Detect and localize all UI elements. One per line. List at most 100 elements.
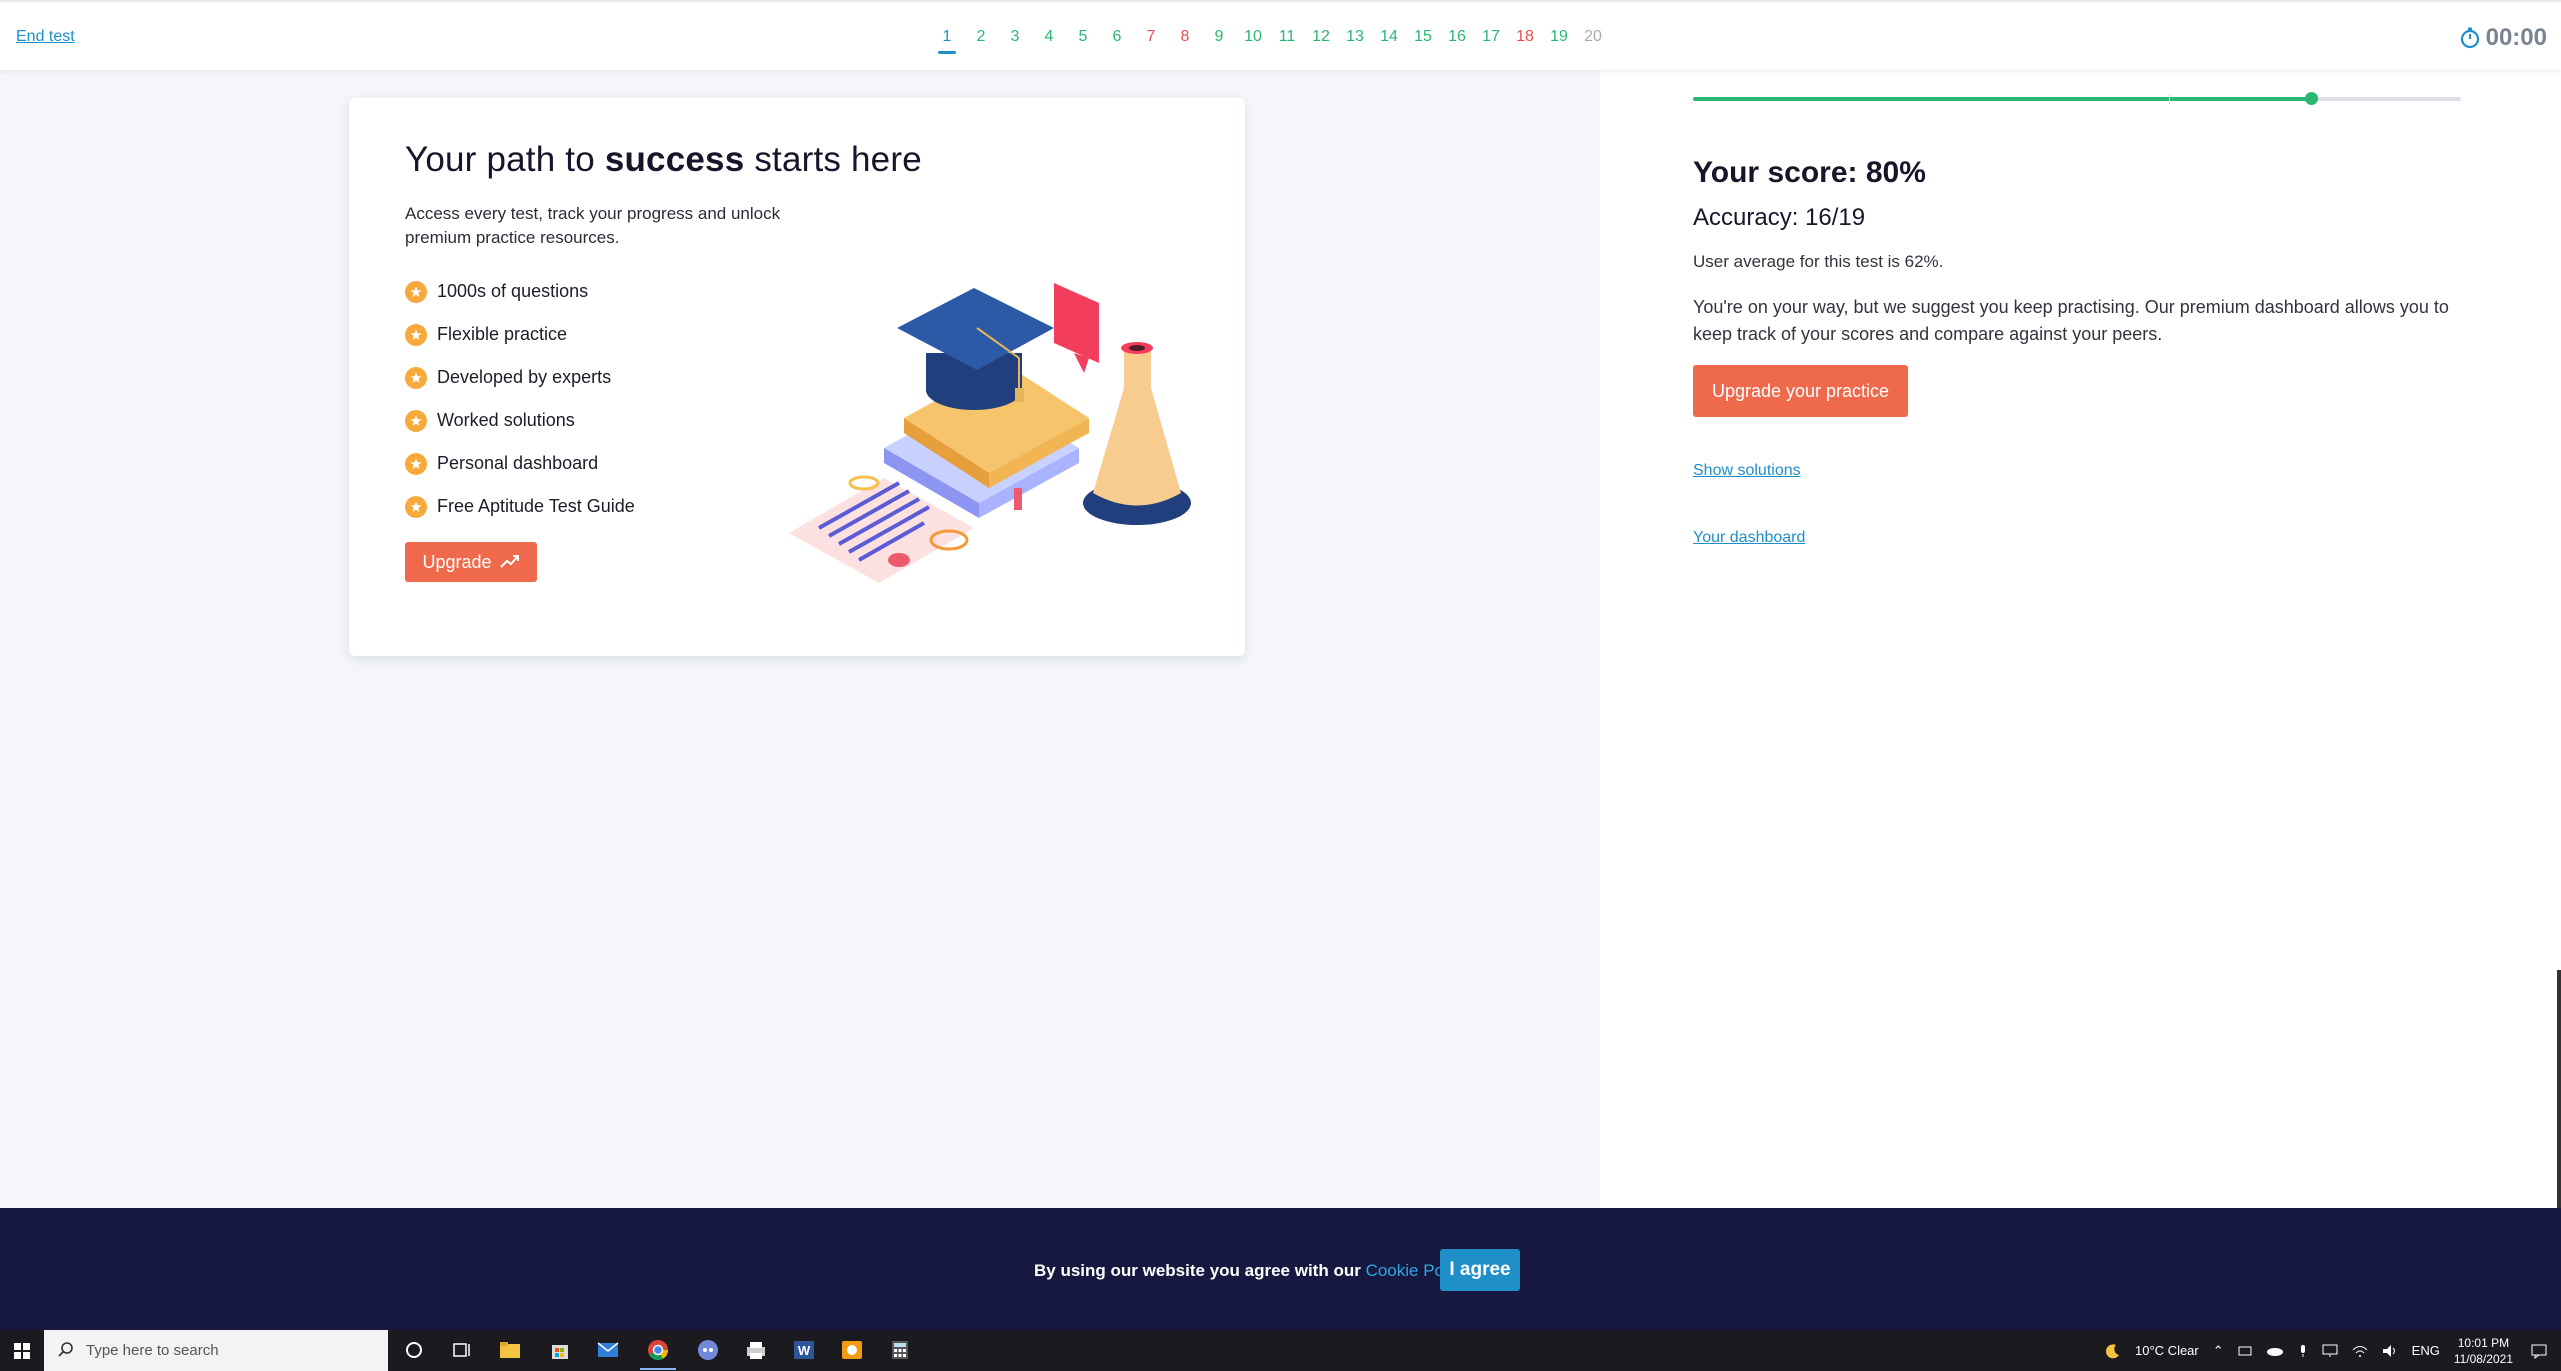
feature-label: Flexible practice [437, 324, 568, 344]
star-icon [405, 323, 427, 346]
question-navigator: 1 2 3 4 5 6 7 8 9 10 11 12 13 14 15 16 17 18 19 20 [930, 28, 1610, 54]
feature-item: Personal dashboard [405, 442, 635, 485]
chevron-up-icon[interactable]: ⌃ [2213, 1343, 2224, 1359]
timer: 00:00 [2460, 24, 2547, 52]
progress-fill [1693, 97, 2312, 101]
onedrive-cloud-icon[interactable] [2266, 1345, 2284, 1357]
network-drive-icon[interactable] [2238, 1345, 2252, 1357]
feature-item: Free Aptitude Test Guide [405, 485, 635, 528]
question-4-button[interactable]: 4 [1032, 28, 1066, 54]
display-icon[interactable] [2322, 1344, 2338, 1358]
wifi-icon[interactable] [2352, 1345, 2368, 1357]
graduation-illustration [789, 278, 1209, 623]
test-navigation-bar: End test 1 2 3 4 5 6 7 8 9 10 11 12 13 14 15 16 17 18 19 20… [0, 0, 2561, 70]
system-tray: 10°C Clear ⌃ ENG 10:01 PM 11/08/2021 [2105, 1330, 2561, 1371]
score-heading: Your score: 80% [1693, 156, 1926, 189]
cookie-message: By using our website you agree with our … [1034, 1261, 1473, 1280]
discord-icon[interactable] [696, 1338, 720, 1362]
question-9-button[interactable]: 9 [1202, 28, 1236, 54]
volume-icon[interactable] [2382, 1344, 2398, 1358]
question-13-button[interactable]: 13 [1338, 28, 1372, 54]
question-17-button[interactable]: 17 [1474, 28, 1508, 54]
feature-item: Flexible practice [405, 313, 635, 356]
notifications-icon[interactable] [2531, 1343, 2547, 1359]
feature-item: Worked solutions [405, 399, 635, 442]
your-dashboard-link[interactable]: Your dashboard [1693, 529, 1805, 547]
promo-description: Access every test, track your progress a… [405, 204, 781, 247]
clock-date: 11/08/2021 [2453, 1351, 2513, 1366]
svg-text:W: W [798, 1343, 811, 1358]
store-icon[interactable] [548, 1338, 572, 1362]
windows-taskbar: Type here to search W 10°C Clear ⌃ ENG 1… [0, 1330, 2561, 1371]
file-explorer-icon[interactable] [498, 1338, 522, 1362]
score-progress-bar [1693, 92, 2461, 105]
windows-start-icon[interactable] [0, 1330, 44, 1371]
user-average-text: User average for this test is 62%. [1693, 252, 1944, 271]
search-placeholder: Type here to search [86, 1342, 219, 1359]
mail-icon[interactable] [596, 1338, 620, 1362]
star-icon [405, 495, 427, 518]
feature-item: 1000s of questions [405, 270, 635, 313]
promo-title: Your path to success starts here [405, 140, 922, 179]
orange-app-icon[interactable] [840, 1338, 864, 1362]
trending-up-icon [499, 552, 520, 573]
accuracy-text: Accuracy: 16/19 [1693, 204, 1866, 231]
search-icon [58, 1341, 74, 1361]
question-10-button[interactable]: 10 [1236, 28, 1270, 54]
feature-label: Personal dashboard [437, 453, 599, 473]
question-2-button[interactable]: 2 [964, 28, 998, 54]
question-14-button[interactable]: 14 [1372, 28, 1406, 54]
clock[interactable]: 10:01 PM 11/08/2021 [2454, 1335, 2513, 1367]
weather-text[interactable]: 10°C Clear [2135, 1343, 2199, 1358]
feature-item: Developed by experts [405, 356, 635, 399]
question-8-button[interactable]: 8 [1168, 28, 1202, 54]
upgrade-practice-button[interactable]: Upgrade your practice [1693, 365, 1908, 417]
word-icon[interactable]: W [792, 1338, 816, 1362]
question-5-button[interactable]: 5 [1066, 28, 1100, 54]
advice-text: You're on your way, but we suggest you k… [1693, 297, 2449, 344]
star-icon [405, 280, 427, 303]
question-11-button[interactable]: 11 [1270, 28, 1304, 54]
feature-label: Worked solutions [437, 410, 575, 430]
timer-value: 00:00 [2485, 24, 2547, 51]
left-content-area: Your path to success starts here Access … [0, 70, 1600, 1208]
question-1-button[interactable]: 1 [930, 28, 964, 54]
language-indicator[interactable]: ENG [2412, 1343, 2440, 1358]
stopwatch-icon [2460, 27, 2480, 49]
task-view-icon[interactable] [450, 1338, 474, 1362]
cookie-banner: By using our website you agree with our … [0, 1208, 2561, 1330]
progress-knob [2305, 92, 2319, 105]
question-19-button[interactable]: 19 [1542, 28, 1576, 54]
weather-moon-icon[interactable] [2105, 1343, 2121, 1359]
feature-label: Developed by experts [437, 367, 612, 387]
clock-time: 10:01 PM [2457, 1335, 2510, 1350]
question-16-button[interactable]: 16 [1440, 28, 1474, 54]
results-panel: Your score: 80% Accuracy: 16/19 User ave… [1600, 70, 2561, 1280]
question-7-button[interactable]: 7 [1134, 28, 1168, 54]
cortana-icon[interactable] [402, 1338, 426, 1362]
upgrade-button[interactable]: Upgrade [405, 542, 537, 582]
question-15-button[interactable]: 15 [1406, 28, 1440, 54]
feature-label: 1000s of questions [437, 281, 589, 301]
end-test-link[interactable]: End test [16, 28, 75, 46]
upgrade-button-label: Upgrade [422, 551, 492, 572]
agree-button[interactable]: I agree [1440, 1249, 1520, 1291]
microphone-icon[interactable] [2298, 1344, 2308, 1358]
show-solutions-link[interactable]: Show solutions [1693, 462, 1801, 480]
printer-app-icon[interactable] [744, 1338, 768, 1362]
average-marker [2169, 94, 2171, 104]
upgrade-promo-card: Your path to success starts here Access … [349, 98, 1245, 656]
question-18-button[interactable]: 18 [1508, 28, 1542, 54]
question-3-button[interactable]: 3 [998, 28, 1032, 54]
taskbar-search-box[interactable]: Type here to search [44, 1330, 388, 1371]
question-12-button[interactable]: 12 [1304, 28, 1338, 54]
feature-label: Free Aptitude Test Guide [437, 496, 635, 516]
question-6-button[interactable]: 6 [1100, 28, 1134, 54]
feature-list: 1000s of questions Flexible practice Devel… [405, 270, 635, 528]
star-icon [405, 409, 427, 432]
chrome-icon[interactable] [640, 1338, 676, 1370]
star-icon [405, 366, 427, 389]
calculator-icon[interactable] [888, 1338, 912, 1362]
flask-icon [1083, 342, 1191, 525]
question-20-button[interactable]: 20 [1576, 28, 1610, 54]
